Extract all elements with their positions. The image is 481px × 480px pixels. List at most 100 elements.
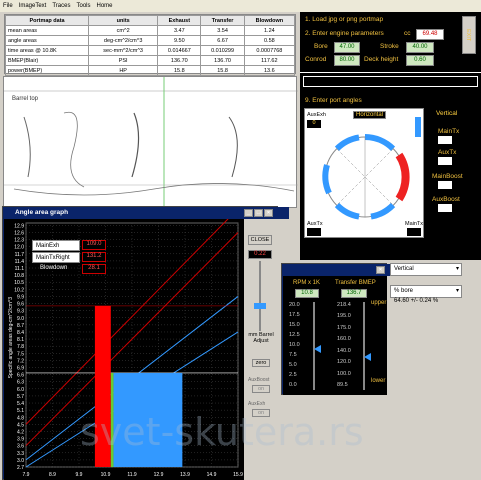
auxexh-input[interactable]: 0 [307, 120, 321, 128]
vertical-label: Vertical [436, 110, 458, 117]
bmep-tick-label: 120.0 [337, 359, 351, 366]
stroke-input[interactable]: 40.00 [406, 42, 434, 53]
menu-file[interactable]: File [3, 3, 13, 9]
y-tick-label: 12.9 [14, 223, 24, 229]
exhaust-cell: 136.70 [157, 55, 202, 66]
maintx-input[interactable] [438, 136, 452, 144]
blowdown-cell: 117.62 [243, 55, 296, 66]
y-tick-label: 12.3 [14, 238, 24, 244]
close-icon[interactable]: × [264, 209, 273, 217]
y-tick-label: 11.1 [15, 266, 25, 272]
bmep-scale: 218.4 195.0 175.0 160.0 140.0 120.0 100.0 89.5 [337, 302, 359, 390]
vertical-slider-handle[interactable] [415, 117, 421, 137]
y-tick-label: 11.7 [15, 252, 25, 258]
table-row: angle areas deg-cm^2/cm^3 9.50 6.67 0.58 [4, 35, 296, 46]
maintx-label: MainTx [438, 128, 460, 135]
maximize-icon[interactable]: □ [254, 209, 263, 217]
series-2-value: 131.2 [82, 252, 106, 262]
y-tick-label: 7.5 [17, 351, 24, 357]
window-titlebar[interactable]: Angle area graph _ □ × [3, 207, 289, 219]
unit-dropdown[interactable]: % bore ▾ [390, 285, 462, 298]
bmep-slider-handle[interactable] [364, 353, 371, 361]
y-tick-label: 9.3 [17, 309, 24, 315]
y-tick-label: 8.7 [17, 323, 24, 329]
series-select-1[interactable]: MainExh [32, 240, 80, 251]
menu-imagetext[interactable]: ImageText [19, 3, 47, 9]
mainboost-label: MainBoost [432, 173, 463, 180]
y-tick-label: 4.2 [17, 429, 24, 435]
series-1-value: 109.0 [82, 240, 106, 250]
close-icon[interactable]: × [376, 266, 385, 274]
bmep-slider-track [363, 302, 365, 390]
auxboost-on-button[interactable]: on [252, 385, 270, 393]
y-tick-label: 10.8 [14, 273, 24, 279]
auxtx-bottom-label: AuxTx [307, 221, 323, 227]
auxboost-input[interactable] [438, 204, 452, 212]
transfer-cell: 15.8 [200, 65, 245, 76]
transfer-cell: 3.54 [200, 25, 245, 36]
bore-label: Bore [314, 43, 328, 50]
barrel-adjust-slider[interactable] [254, 303, 266, 309]
cc-input[interactable]: 69.48 [416, 29, 444, 40]
orientation-select[interactable]: Vertical ▾ [390, 263, 462, 276]
cylinder-port-icon [322, 134, 410, 220]
minimize-icon[interactable]: _ [244, 209, 253, 217]
bmep-input[interactable]: 136.7 [341, 289, 367, 298]
rpm-slider-handle[interactable] [314, 345, 321, 353]
bore-input[interactable]: 47.00 [334, 42, 360, 53]
exit-button[interactable]: EXIT [462, 16, 476, 54]
table-header-row: Portmap data units Exhaust Transfer Blow… [4, 15, 296, 26]
y-tick-label: 4.8 [17, 415, 24, 421]
portmap-image[interactable]: Barrel top [3, 76, 298, 209]
rpm-input[interactable]: 10.8 [295, 289, 319, 298]
transfer-cell: 0.010299 [200, 45, 245, 56]
table-row: power(BMEP) HP 15.8 15.8 13.6 [4, 65, 296, 76]
stroke-label: Stroke [380, 43, 399, 50]
row-label: power(BMEP) [4, 65, 90, 76]
rpm-window-titlebar[interactable]: × [282, 264, 390, 276]
watermark: svet-skutera.rs [80, 410, 364, 454]
y-axis-label: Specific angle areas deg-cm^2/cm^3 [8, 297, 14, 379]
menu-home[interactable]: Home [97, 3, 113, 9]
zero-button[interactable]: zero [252, 359, 270, 367]
exhaust-cell: 0.014667 [157, 45, 202, 56]
x-tick-label: 9.9 [76, 472, 83, 478]
blowdown-cell: 0.58 [243, 35, 296, 46]
series-select-2[interactable]: MainTxRight [32, 252, 80, 263]
cc-label: cc [404, 30, 411, 37]
auxtx-input[interactable] [438, 157, 452, 165]
upper-label: upper [371, 300, 387, 306]
table-row: mean areas cm^2 3.47 3.54 1.24 [4, 25, 296, 36]
y-tick-label: 12.0 [14, 245, 24, 251]
conrod-input[interactable]: 80.00 [334, 55, 360, 66]
deck-height-input[interactable]: 0.60 [406, 55, 434, 66]
maintx-bottom-label: MainTx [405, 221, 424, 227]
orientation-dropdown[interactable]: Vertical ▾ [390, 263, 462, 276]
y-tick-label: 6.9 [17, 366, 24, 372]
unit-cell: sec-mm^2/cm^3 [88, 45, 159, 56]
menu-traces[interactable]: Traces [52, 3, 70, 9]
mainboost-input[interactable] [438, 181, 452, 189]
auxtx-bottom-input[interactable] [307, 228, 321, 236]
y-tick-label: 5.7 [17, 394, 24, 400]
unit-cell: deg-cm^2/cm^3 [88, 35, 159, 46]
menu-tools[interactable]: Tools [76, 3, 90, 9]
maintx-bottom-input[interactable] [407, 228, 421, 236]
y-tick-label: 8.1 [17, 337, 24, 343]
close-button[interactable]: CLOSE [248, 235, 272, 245]
row-label: time areas @ 10.8K [4, 45, 90, 56]
rpm-tick-label: 0.0 [289, 382, 297, 388]
barrel-adjust-value: 0.22 [248, 250, 272, 259]
auxtx-label: AuxTx [438, 149, 457, 156]
horizontal-label: Horizontal [353, 111, 387, 119]
exhaust-cell: 9.50 [157, 35, 202, 46]
y-tick-label: 7.8 [17, 344, 24, 350]
row-label: mean areas [4, 25, 90, 36]
row-label: angle areas [4, 35, 90, 46]
y-tick-label: 6.3 [17, 380, 24, 386]
bmep-tick-label: 195.0 [337, 313, 351, 320]
y-tick-label: 10.5 [14, 280, 24, 286]
unit-select[interactable]: % bore ▾ [390, 285, 462, 298]
portmap-trace-icon [4, 77, 298, 209]
y-tick-label: 9.6 [17, 302, 24, 308]
